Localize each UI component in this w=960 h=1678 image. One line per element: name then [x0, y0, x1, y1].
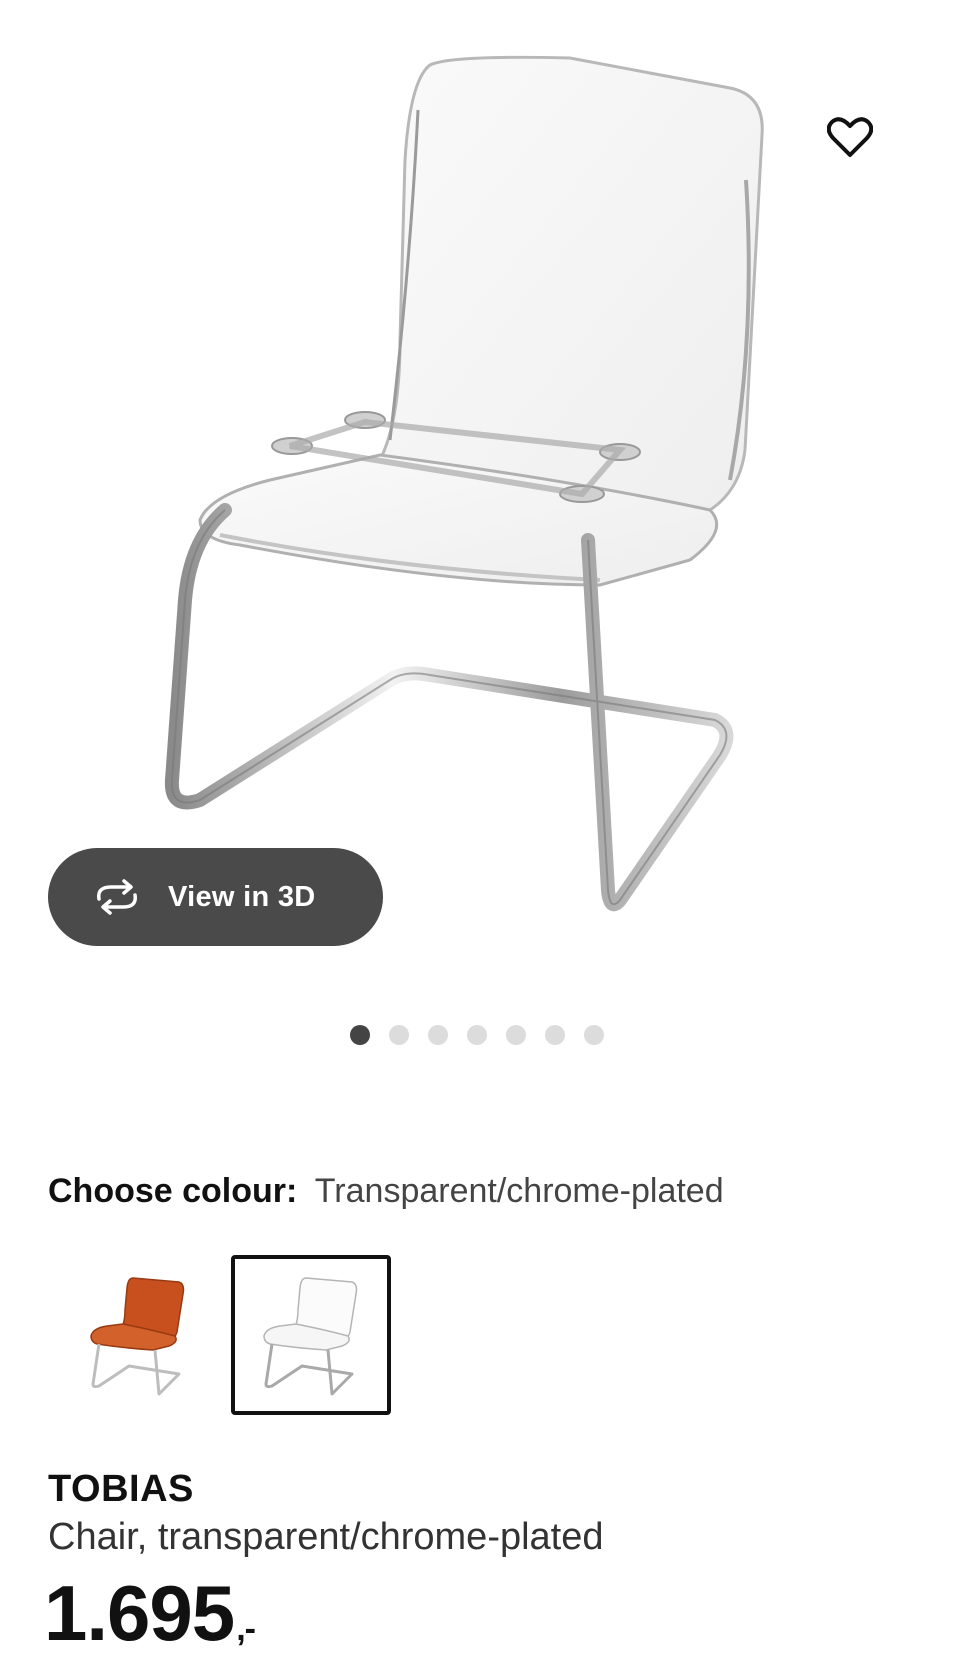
carousel-dot-3[interactable] [428, 1025, 448, 1045]
view-in-3d-button[interactable]: View in 3D [48, 848, 383, 946]
product-name: TOBIAS [48, 1468, 194, 1510]
heart-outline-icon [827, 117, 873, 157]
product-description: Chair, transparent/chrome-plated [48, 1516, 604, 1558]
rotate-arrows-icon [90, 877, 144, 917]
carousel-pagination [350, 1024, 604, 1046]
favourite-button[interactable] [820, 108, 880, 168]
colour-chooser-heading: Choose colour: Transparent/chrome-plated [48, 1172, 724, 1211]
colour-swatch-orange[interactable] [58, 1255, 218, 1415]
product-price: 1.695,- [44, 1574, 256, 1652]
price-amount: 1.695 [44, 1569, 235, 1657]
carousel-dot-6[interactable] [545, 1025, 565, 1045]
selected-colour-value: Transparent/chrome-plated [314, 1172, 724, 1210]
orange-chair-thumbnail [90, 1277, 185, 1396]
transparent-chair-thumbnail [263, 1277, 358, 1396]
colour-swatch-transparent[interactable] [231, 1255, 391, 1415]
colour-chooser-label: Choose colour: [48, 1172, 298, 1210]
carousel-dot-7[interactable] [584, 1025, 604, 1045]
carousel-dot-5[interactable] [506, 1025, 526, 1045]
carousel-dot-4[interactable] [467, 1025, 487, 1045]
carousel-dot-2[interactable] [389, 1025, 409, 1045]
carousel-dot-1[interactable] [350, 1025, 370, 1045]
price-suffix: ,- [236, 1610, 256, 1648]
product-image [164, 55, 764, 912]
product-image-gallery[interactable]: View in 3D [0, 0, 960, 990]
view-in-3d-label: View in 3D [168, 880, 316, 913]
